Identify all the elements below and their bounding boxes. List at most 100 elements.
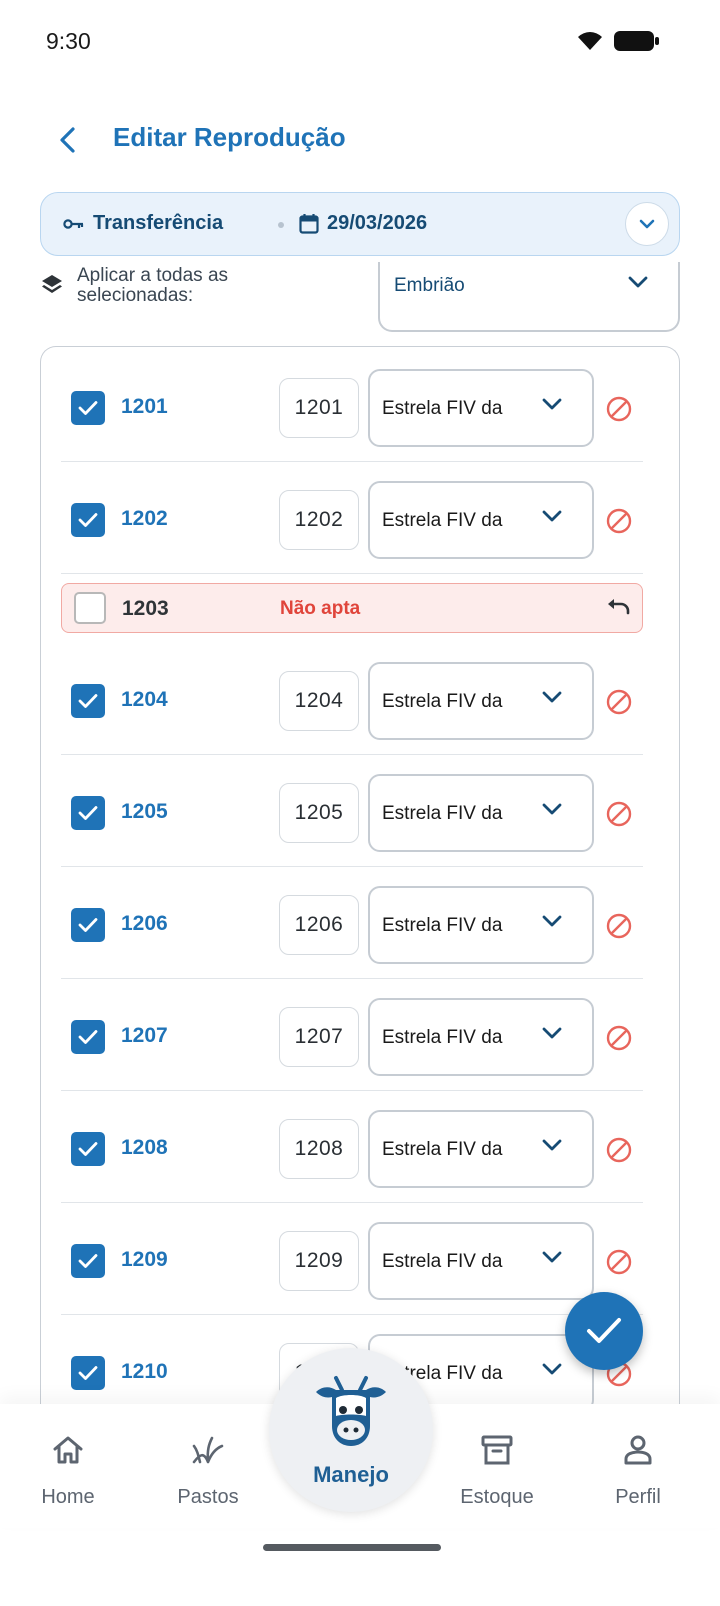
row-select-value: Estrela FIV da <box>382 691 503 712</box>
row-animal-id: 1210 <box>121 1360 168 1383</box>
remove-icon[interactable] <box>605 507 633 535</box>
row-embryo-select[interactable]: Estrela FIV da <box>368 886 594 964</box>
transfer-date-value: 29/03/2026 <box>327 212 428 234</box>
row-animal-id: 1209 <box>121 1248 168 1271</box>
animal-row: 1204 1204 Estrela FIV da <box>61 643 643 755</box>
battery-icon <box>614 31 659 51</box>
undo-icon[interactable] <box>604 595 632 623</box>
row-checkbox[interactable] <box>71 1132 105 1166</box>
key-icon <box>63 218 84 229</box>
remove-icon[interactable] <box>605 395 633 423</box>
row-code-input[interactable]: 1204 <box>279 671 359 731</box>
check-icon <box>78 918 98 932</box>
chevron-down-icon <box>542 691 562 703</box>
row-checkbox[interactable] <box>74 592 106 624</box>
row-select-value: Estrela FIV da <box>382 1027 503 1048</box>
apply-to-all-select[interactable]: Embrião <box>378 262 680 332</box>
row-checkbox[interactable] <box>71 1244 105 1278</box>
animal-row: 1201 1201 Estrela FIV da <box>61 350 643 462</box>
chevron-left-icon <box>60 127 75 153</box>
remove-icon[interactable] <box>605 1248 633 1276</box>
nav-label: Home <box>41 1486 95 1508</box>
transfer-date: 29/03/2026 <box>299 212 427 235</box>
remove-icon[interactable] <box>605 912 633 940</box>
row-select-value: Estrela FIV da <box>382 510 503 531</box>
remove-icon[interactable] <box>605 688 633 716</box>
invalid-row: 1203 Não apta <box>61 583 643 633</box>
row-checkbox[interactable] <box>71 1020 105 1054</box>
check-icon <box>587 1318 621 1343</box>
check-icon <box>78 401 98 415</box>
chevron-down-icon <box>542 915 562 927</box>
row-embryo-select[interactable]: Estrela FIV da <box>368 481 594 559</box>
row-embryo-select[interactable]: Estrela FIV da <box>368 998 594 1076</box>
row-code-input[interactable]: 1208 <box>279 1119 359 1179</box>
status-bar: 9:30 <box>0 0 720 90</box>
row-select-value: Estrela FIV da <box>382 1139 503 1160</box>
check-icon <box>78 1366 98 1380</box>
grass-icon <box>192 1436 224 1464</box>
row-animal-id: 1203 <box>122 597 169 620</box>
row-checkbox[interactable] <box>71 1356 105 1390</box>
chevron-down-icon <box>639 219 655 229</box>
nav-label: Pastos <box>177 1486 239 1508</box>
nav-item-pastos[interactable]: Pastos <box>148 1404 268 1528</box>
row-code-input[interactable]: 1205 <box>279 783 359 843</box>
check-icon <box>78 1030 98 1044</box>
row-animal-id: 1205 <box>121 800 168 823</box>
header: Editar Reprodução <box>0 110 720 170</box>
row-animal-id: 1207 <box>121 1024 168 1047</box>
check-icon <box>78 694 98 708</box>
remove-icon[interactable] <box>605 1024 633 1052</box>
transfer-type-label: Transferência <box>93 212 224 234</box>
row-checkbox[interactable] <box>71 908 105 942</box>
row-animal-id: 1202 <box>121 507 168 530</box>
row-checkbox[interactable] <box>71 684 105 718</box>
row-code-input[interactable]: 1207 <box>279 1007 359 1067</box>
row-checkbox[interactable] <box>71 391 105 425</box>
nav-item-perfil[interactable]: Perfil <box>578 1404 698 1528</box>
archive-icon <box>481 1435 513 1465</box>
row-embryo-select[interactable]: Estrela FIV da <box>368 662 594 740</box>
row-code-input[interactable]: 1202 <box>279 490 359 550</box>
animal-row: 1207 1207 Estrela FIV da <box>61 979 643 1091</box>
nav-item-estoque[interactable]: Estoque <box>437 1404 557 1528</box>
remove-icon[interactable] <box>605 1136 633 1164</box>
row-embryo-select[interactable]: Estrela FIV da <box>368 369 594 447</box>
cow-icon <box>316 1376 386 1446</box>
check-icon <box>78 1254 98 1268</box>
row-code-input[interactable]: 1206 <box>279 895 359 955</box>
nav-item-manejo[interactable]: Manejo <box>269 1348 433 1512</box>
home-icon <box>53 1436 83 1464</box>
row-select-value: Estrela FIV da <box>382 803 503 824</box>
row-embryo-select[interactable]: Estrela FIV da <box>368 1110 594 1188</box>
chevron-down-icon <box>542 1363 562 1375</box>
nav-item-home[interactable]: Home <box>8 1404 128 1528</box>
row-select-value: Estrela FIV da <box>382 915 503 936</box>
person-icon <box>624 1435 652 1465</box>
reproduction-summary-card[interactable]: Transferência 29/03/2026 <box>40 192 680 256</box>
confirm-button[interactable] <box>565 1292 643 1370</box>
row-animal-id: 1206 <box>121 912 168 935</box>
row-checkbox[interactable] <box>71 796 105 830</box>
row-code-input[interactable]: 1201 <box>279 378 359 438</box>
expand-button[interactable] <box>625 202 669 246</box>
row-embryo-select[interactable]: Estrela FIV da <box>368 1222 594 1300</box>
back-button[interactable] <box>48 120 88 160</box>
nav-label: Estoque <box>460 1486 534 1508</box>
row-animal-id: 1204 <box>121 688 168 711</box>
row-checkbox[interactable] <box>71 503 105 537</box>
chevron-down-icon <box>628 276 648 288</box>
chevron-down-icon <box>542 1251 562 1263</box>
apply-to-all-section: Aplicar a todas as selecionadas: Embrião <box>40 262 680 332</box>
nav-label: Manejo <box>313 1462 389 1487</box>
wifi-icon <box>578 32 602 50</box>
row-code-input[interactable]: 1209 <box>279 1231 359 1291</box>
chevron-down-icon <box>542 803 562 815</box>
row-select-value: Estrela FIV da <box>382 398 503 419</box>
remove-icon[interactable] <box>605 800 633 828</box>
check-icon <box>78 806 98 820</box>
page-title: Editar Reprodução <box>113 122 346 152</box>
row-embryo-select[interactable]: Estrela FIV da <box>368 774 594 852</box>
nav-label: Perfil <box>615 1486 661 1508</box>
